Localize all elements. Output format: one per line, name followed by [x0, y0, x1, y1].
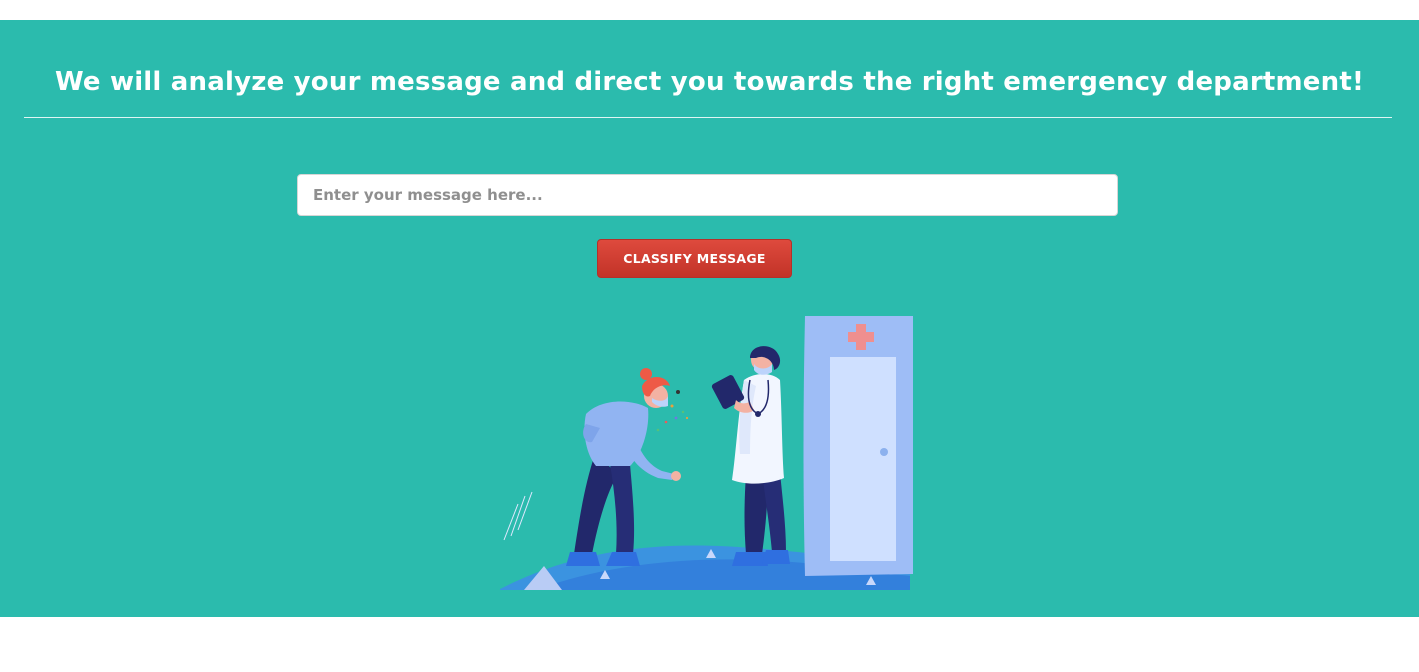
doctor-patient-illustration-icon: [500, 316, 913, 590]
message-input[interactable]: [297, 174, 1118, 216]
classify-message-button[interactable]: CLASSIFY MESSAGE: [597, 239, 792, 278]
title-divider: [24, 117, 1392, 118]
page-title: We will analyze your message and direct …: [54, 67, 1365, 97]
